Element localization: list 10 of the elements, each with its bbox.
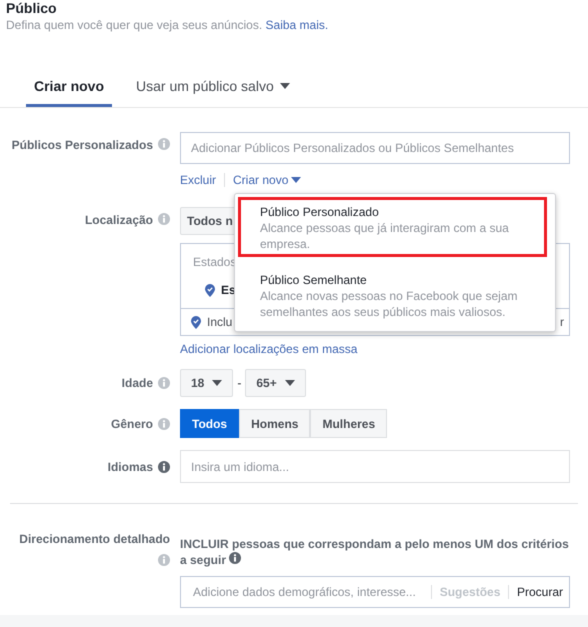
range-separator: - (237, 376, 242, 390)
section-description: Defina quem você quer que veja seus anúncios. Saiba mais. (5, 17, 330, 32)
section-title: Público (5, 0, 58, 16)
field-label: Localização (84, 213, 153, 227)
targeting-description: INCLUIR pessoas que correspondam a pelo menos UM dos critérios a seguir (180, 536, 570, 568)
field-label: Idiomas (108, 460, 153, 474)
field-label: Gênero (110, 416, 153, 430)
field-label: Direcionamento detalhado (19, 532, 170, 546)
field-label: Idade (122, 376, 153, 390)
field-label: Públicos Personalizados (12, 138, 153, 152)
